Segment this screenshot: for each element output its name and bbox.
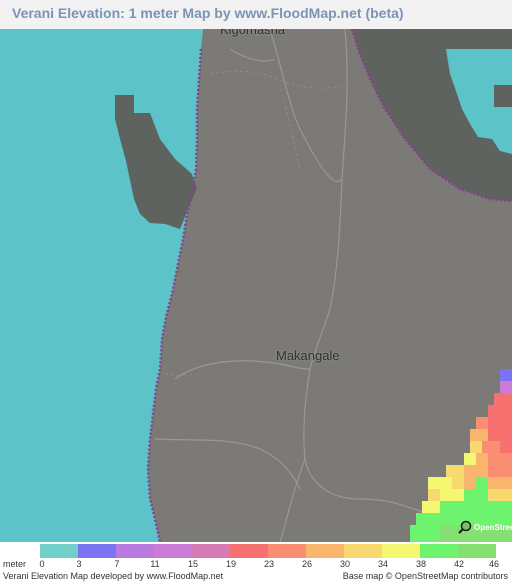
title-bar: Verani Elevation: 1 meter Map by www.Flo… [0, 0, 512, 29]
legend-swatch [268, 544, 306, 558]
legend-swatches [40, 544, 496, 558]
legend-swatch [154, 544, 192, 558]
legend-swatch [306, 544, 344, 558]
legend-tick: 7 [114, 559, 120, 569]
osm-badge[interactable]: OpenStreetMap [458, 520, 512, 534]
map-canvas [0, 29, 512, 542]
legend-swatch [230, 544, 268, 558]
credit-osm: Base map © OpenStreetMap contributors [342, 571, 508, 581]
legend-swatch [78, 544, 116, 558]
legend-swatch [344, 544, 382, 558]
credit-floodmap: Verani Elevation Map developed by www.Fl… [3, 571, 224, 581]
legend-ticks: 0 3 7 11 15 19 23 26 30 34 38 42 46 [0, 559, 512, 571]
legend-swatch [420, 544, 458, 558]
legend-tick: 0 [39, 559, 45, 569]
legend-tick: 34 [377, 559, 389, 569]
elevation-legend: meter 0 3 7 11 15 19 23 26 30 34 38 42 4… [0, 542, 512, 582]
legend-tick: 30 [339, 559, 351, 569]
legend-tick: 46 [488, 559, 500, 569]
legend-tick: 11 [150, 559, 160, 569]
osm-magnifier-icon [458, 520, 472, 534]
elevation-map[interactable]: Kigomasha Makangale OpenStreetMap [0, 29, 512, 542]
legend-swatch [116, 544, 154, 558]
legend-tick: 26 [301, 559, 313, 569]
legend-swatch [382, 544, 420, 558]
legend-swatch [40, 544, 78, 558]
place-label-makangale: Makangale [276, 348, 340, 363]
osm-badge-label: OpenStreetMap [474, 522, 512, 532]
legend-tick: 15 [187, 559, 199, 569]
legend-tick: 19 [225, 559, 237, 569]
legend-swatch [458, 544, 496, 558]
place-label-kigomasha: Kigomasha [220, 29, 286, 37]
page-title: Verani Elevation: 1 meter Map by www.Flo… [12, 5, 404, 21]
legend-tick: 23 [263, 559, 275, 569]
legend-tick: 42 [453, 559, 465, 569]
legend-tick: 3 [76, 559, 82, 569]
legend-tick: 38 [415, 559, 427, 569]
legend-swatch [192, 544, 230, 558]
